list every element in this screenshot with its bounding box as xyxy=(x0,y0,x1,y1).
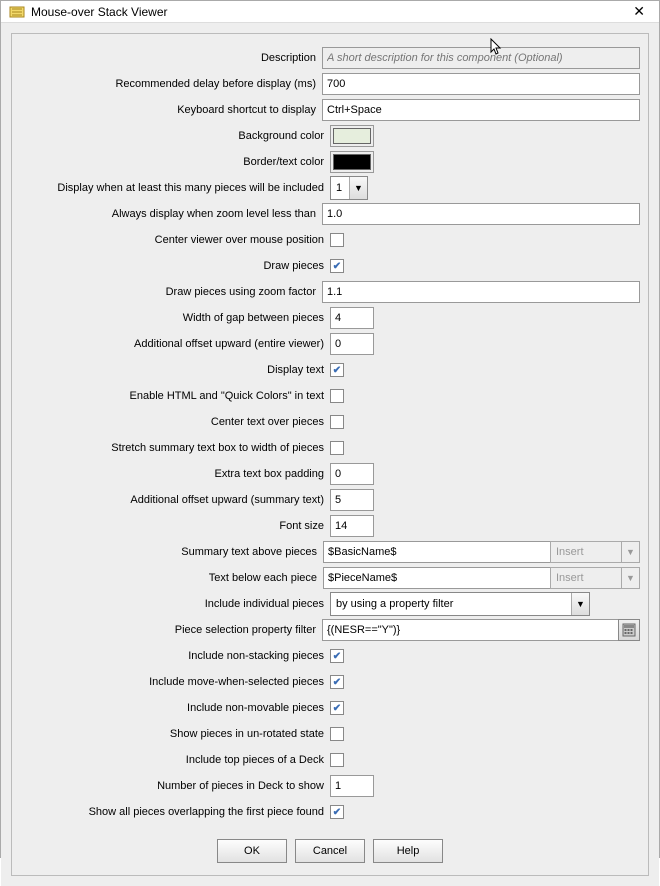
enablehtml-label: Enable HTML and "Quick Colors" in text xyxy=(20,390,330,402)
displaytext-label: Display text xyxy=(20,364,330,376)
insert-label: Insert xyxy=(550,567,622,589)
app-icon xyxy=(9,4,25,20)
fontsize-label: Font size xyxy=(20,520,330,532)
help-button[interactable]: Help xyxy=(373,839,443,863)
expression-builder-button[interactable] xyxy=(618,619,640,641)
summaryabove-label: Summary text above pieces xyxy=(20,546,323,558)
zoomless-label: Always display when zoom level less than xyxy=(20,208,322,220)
topdeck-checkbox[interactable] xyxy=(330,753,344,767)
numdeck-input[interactable] xyxy=(330,775,374,797)
movewhensel-label: Include move-when-selected pieces xyxy=(20,676,330,688)
gap-input[interactable] xyxy=(330,307,374,329)
offsetviewer-input[interactable] xyxy=(330,333,374,355)
bordercolor-label: Border/text color xyxy=(20,156,330,168)
includeindiv-value: by using a property filter xyxy=(331,593,571,615)
nonstacking-label: Include non-stacking pieces xyxy=(20,650,330,662)
textbelow-input[interactable] xyxy=(323,567,551,589)
zoomfactor-label: Draw pieces using zoom factor xyxy=(20,286,322,298)
extrapadding-input[interactable] xyxy=(330,463,374,485)
bgcolor-label: Background color xyxy=(20,130,330,142)
nonstacking-checkbox[interactable]: ✔ xyxy=(330,649,344,663)
propfilter-input[interactable] xyxy=(322,619,619,641)
offsetsummary-input[interactable] xyxy=(330,489,374,511)
zoomfactor-input[interactable] xyxy=(322,281,640,303)
minpieces-combo[interactable]: 1 ▼ xyxy=(330,176,368,200)
enablehtml-checkbox[interactable] xyxy=(330,389,344,403)
centermouse-checkbox[interactable] xyxy=(330,233,344,247)
shortcut-label: Keyboard shortcut to display xyxy=(20,104,322,116)
centermouse-label: Center viewer over mouse position xyxy=(20,234,330,246)
chevron-down-icon[interactable]: ▼ xyxy=(622,567,640,589)
textbelow-insert[interactable]: Insert ▼ xyxy=(550,567,640,589)
summaryabove-input[interactable] xyxy=(323,541,551,563)
minpieces-label: Display when at least this many pieces w… xyxy=(20,182,330,194)
textbelow-label: Text below each piece xyxy=(20,572,323,584)
showoverlap-checkbox[interactable]: ✔ xyxy=(330,805,344,819)
centertext-checkbox[interactable] xyxy=(330,415,344,429)
window-title: Mouse-over Stack Viewer xyxy=(31,5,627,19)
bgcolor-swatch[interactable] xyxy=(330,125,374,147)
close-button[interactable]: ✕ xyxy=(627,1,651,22)
fontsize-input[interactable] xyxy=(330,515,374,537)
unrotated-checkbox[interactable] xyxy=(330,727,344,741)
summaryabove-insert[interactable]: Insert ▼ xyxy=(550,541,640,563)
drawpieces-checkbox[interactable]: ✔ xyxy=(330,259,344,273)
offsetsummary-label: Additional offset upward (summary text) xyxy=(20,494,330,506)
numdeck-label: Number of pieces in Deck to show xyxy=(20,780,330,792)
topdeck-label: Include top pieces of a Deck xyxy=(20,754,330,766)
drawpieces-label: Draw pieces xyxy=(20,260,330,272)
movewhensel-checkbox[interactable]: ✔ xyxy=(330,675,344,689)
gap-label: Width of gap between pieces xyxy=(20,312,330,324)
stretchtext-checkbox[interactable] xyxy=(330,441,344,455)
zoomless-input[interactable] xyxy=(322,203,640,225)
shortcut-input[interactable] xyxy=(322,99,640,121)
ok-button[interactable]: OK xyxy=(217,839,287,863)
displaytext-checkbox[interactable]: ✔ xyxy=(330,363,344,377)
chevron-down-icon[interactable]: ▼ xyxy=(622,541,640,563)
stretchtext-label: Stretch summary text box to width of pie… xyxy=(20,442,330,454)
description-input[interactable] xyxy=(322,47,640,69)
chevron-down-icon[interactable]: ▼ xyxy=(349,177,367,199)
cancel-button[interactable]: Cancel xyxy=(295,839,365,863)
includeindiv-combo[interactable]: by using a property filter ▼ xyxy=(330,592,590,616)
extrapadding-label: Extra text box padding xyxy=(20,468,330,480)
nonmovable-label: Include non-movable pieces xyxy=(20,702,330,714)
titlebar: Mouse-over Stack Viewer ✕ xyxy=(1,1,659,23)
unrotated-label: Show pieces in un-rotated state xyxy=(20,728,330,740)
includeindiv-label: Include individual pieces xyxy=(20,598,330,610)
delay-label: Recommended delay before display (ms) xyxy=(20,78,322,90)
delay-input[interactable] xyxy=(322,73,640,95)
propfilter-label: Piece selection property filter xyxy=(20,624,322,636)
insert-label: Insert xyxy=(550,541,622,563)
nonmovable-checkbox[interactable]: ✔ xyxy=(330,701,344,715)
chevron-down-icon[interactable]: ▼ xyxy=(571,593,589,615)
minpieces-value: 1 xyxy=(331,177,349,199)
showoverlap-label: Show all pieces overlapping the first pi… xyxy=(20,806,330,818)
bordercolor-swatch[interactable] xyxy=(330,151,374,173)
offsetviewer-label: Additional offset upward (entire viewer) xyxy=(20,338,330,350)
description-label: Description xyxy=(20,52,322,64)
centertext-label: Center text over pieces xyxy=(20,416,330,428)
